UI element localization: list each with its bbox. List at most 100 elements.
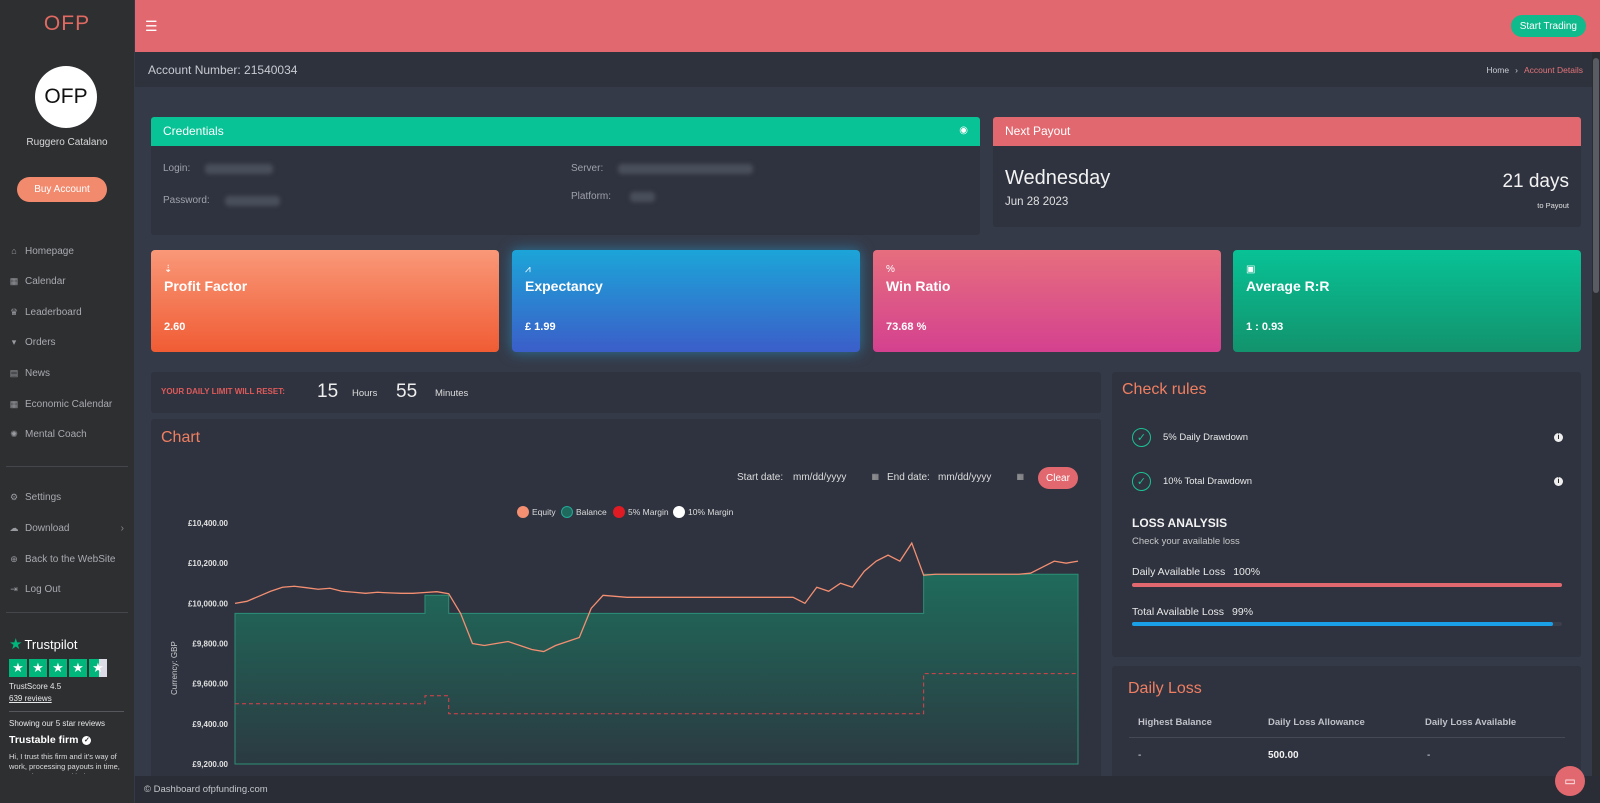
- stat-value: 1 : 0.93: [1246, 321, 1284, 333]
- sidebar-item-mental-coach[interactable]: ✺ Mental Coach: [0, 420, 134, 448]
- next-payout-header: Next Payout: [993, 117, 1581, 146]
- end-date-label: End date:: [887, 472, 930, 483]
- sidebar: OFP OFP Ruggero Catalano Buy Account ⌂ Ho…: [0, 0, 134, 803]
- sidebar-item-orders[interactable]: ▾ Orders: [0, 328, 134, 356]
- sidebar-item-log-out[interactable]: ⇥ Log Out: [0, 575, 134, 603]
- login-value-hidden: [205, 164, 273, 174]
- sidebar-divider: [6, 612, 128, 613]
- reviews-link[interactable]: 639 reviews: [9, 694, 124, 703]
- chart-title: Chart: [161, 429, 201, 446]
- reset-hours: 15: [317, 381, 339, 402]
- cloud-download-icon: ☁: [9, 523, 19, 533]
- breadcrumb-home[interactable]: Home: [1486, 65, 1509, 75]
- arrow-down-icon: ⇣: [164, 264, 173, 275]
- sidebar-item-settings[interactable]: ⚙ Settings: [0, 483, 134, 511]
- money-bill-icon: ▣: [1246, 264, 1256, 275]
- footer-text: © Dashboard ofpfunding.com: [144, 784, 268, 795]
- sidebar-item-label: Calendar: [25, 275, 66, 287]
- showing-text: Showing our 5 star reviews: [9, 719, 106, 728]
- check-icon: ✓: [1132, 428, 1151, 447]
- sidebar-item-label: Log Out: [25, 583, 61, 595]
- y-tick-label: £9,800.00: [192, 640, 228, 649]
- hamburger-menu-icon[interactable]: ☰: [145, 18, 158, 35]
- info-icon[interactable]: i: [1554, 477, 1563, 486]
- profit-factor-card: ⇣ Profit Factor 2.60: [151, 250, 499, 352]
- loss-analysis-subtitle: Check your available loss: [1132, 536, 1240, 547]
- y-tick-label: £9,400.00: [192, 720, 228, 729]
- review-title: Trustable firm ✓: [9, 734, 92, 746]
- total-available-loss-label: Total Available Loss 99%: [1132, 606, 1254, 618]
- hours-label: Hours: [352, 388, 378, 399]
- stat-title: Expectancy: [525, 278, 603, 294]
- eye-icon[interactable]: ◉: [959, 125, 968, 136]
- sidebar-item-homepage[interactable]: ⌂ Homepage: [0, 237, 134, 265]
- logo[interactable]: OFP: [0, 12, 134, 36]
- expectancy-card: ⩘ Expectancy £ 1.99: [512, 250, 860, 352]
- sidebar-item-label: Mental Coach: [25, 428, 87, 440]
- chat-icon[interactable]: ▭: [1555, 766, 1585, 796]
- chevron-right-icon: ›: [1515, 65, 1518, 75]
- daily-loss-track: [1132, 583, 1562, 587]
- server-label: Server:: [571, 163, 604, 174]
- y-tick-label: £10,400.00: [188, 519, 229, 528]
- trustpilot-widget[interactable]: ★ Trustpilot ★ ★ ★ ★ ★ TrustScore 4.5 639…: [9, 635, 124, 774]
- average-rr-card: ▣ Average R:R 1 : 0.93: [1233, 250, 1581, 352]
- calendar-icon[interactable]: ▦: [1016, 472, 1024, 481]
- stat-value: 73.68 %: [886, 321, 927, 333]
- sidebar-item-economic-calendar[interactable]: ▦ Economic Calendar: [0, 390, 134, 418]
- avatar[interactable]: OFP: [35, 66, 97, 128]
- password-label: Password:: [163, 195, 210, 206]
- rule-total-drawdown: 10% Total Drawdown: [1163, 476, 1253, 487]
- sidebar-item-back-to-website[interactable]: ⊕ Back to the WebSite: [0, 545, 134, 573]
- table-header: Daily Loss Allowance: [1268, 717, 1365, 728]
- login-label: Login:: [163, 163, 191, 174]
- scrollbar-thumb[interactable]: [1593, 58, 1599, 293]
- start-date-label: Start date:: [737, 472, 784, 483]
- end-date-input[interactable]: mm/dd/yyyy ▦: [938, 469, 1026, 487]
- y-tick-label: £10,200.00: [188, 559, 229, 568]
- equity-chart[interactable]: £10,400.00 £10,200.00 £10,000.00 £9,800.00 £…: [151, 505, 1081, 776]
- daily-loss-title: Daily Loss: [1128, 680, 1202, 697]
- globe-icon: ⊕: [10, 554, 18, 564]
- calendar-icon: ▦: [9, 399, 19, 409]
- buy-account-button[interactable]: Buy Account: [17, 177, 107, 202]
- table-cell: -: [1138, 750, 1142, 761]
- start-date-input[interactable]: mm/dd/yyyy ▦: [793, 469, 881, 487]
- sidebar-item-news[interactable]: ▤ News: [0, 359, 134, 387]
- sidebar-item-leaderboard[interactable]: ♛ Leaderboard: [0, 298, 134, 326]
- verified-icon: ✓: [82, 735, 92, 745]
- stat-value: 2.60: [164, 321, 186, 333]
- reset-minutes: 55: [396, 381, 418, 402]
- top-bar: ☰ Start Trading: [135, 0, 1600, 52]
- y-tick-label: £10,000.00: [188, 599, 229, 608]
- stat-title: Profit Factor: [164, 278, 248, 294]
- clear-button[interactable]: Clear: [1038, 467, 1078, 489]
- trustpilot-divider: [9, 711, 124, 712]
- sidebar-item-label: News: [25, 367, 51, 379]
- brain-icon: ✺: [10, 429, 18, 439]
- table-cell: 500.00: [1268, 750, 1299, 761]
- balance-area: [234, 573, 1079, 765]
- scrollbar[interactable]: [1592, 52, 1600, 776]
- start-trading-button[interactable]: Start Trading: [1510, 15, 1586, 37]
- percent-icon: %: [886, 264, 895, 275]
- minutes-label: Minutes: [435, 388, 469, 399]
- sidebar-item-download[interactable]: ☁ Download ›: [0, 514, 134, 542]
- sidebar-item-label: Download: [25, 522, 70, 534]
- payout-to-label: to Payout: [1537, 201, 1569, 210]
- calendar-icon[interactable]: ▦: [871, 472, 879, 481]
- user-cog-icon: ⚙: [9, 492, 19, 502]
- trustpilot-logo: ★ Trustpilot: [9, 635, 124, 653]
- table-header: Highest Balance: [1138, 717, 1212, 728]
- stat-title: Win Ratio: [886, 278, 951, 294]
- server-value-hidden: [618, 164, 753, 174]
- win-ratio-card: % Win Ratio 73.68 %: [873, 250, 1221, 352]
- logout-icon: ⇥: [10, 584, 18, 594]
- sidebar-item-label: Orders: [25, 336, 56, 348]
- platform-label: Platform:: [571, 191, 612, 202]
- chart-line-icon: ⩘: [525, 264, 531, 275]
- payout-days: 21 days: [1502, 171, 1569, 192]
- star-icon: ★: [49, 659, 67, 677]
- info-icon[interactable]: i: [1554, 433, 1563, 442]
- sidebar-item-calendar[interactable]: ▦ Calendar: [0, 267, 134, 295]
